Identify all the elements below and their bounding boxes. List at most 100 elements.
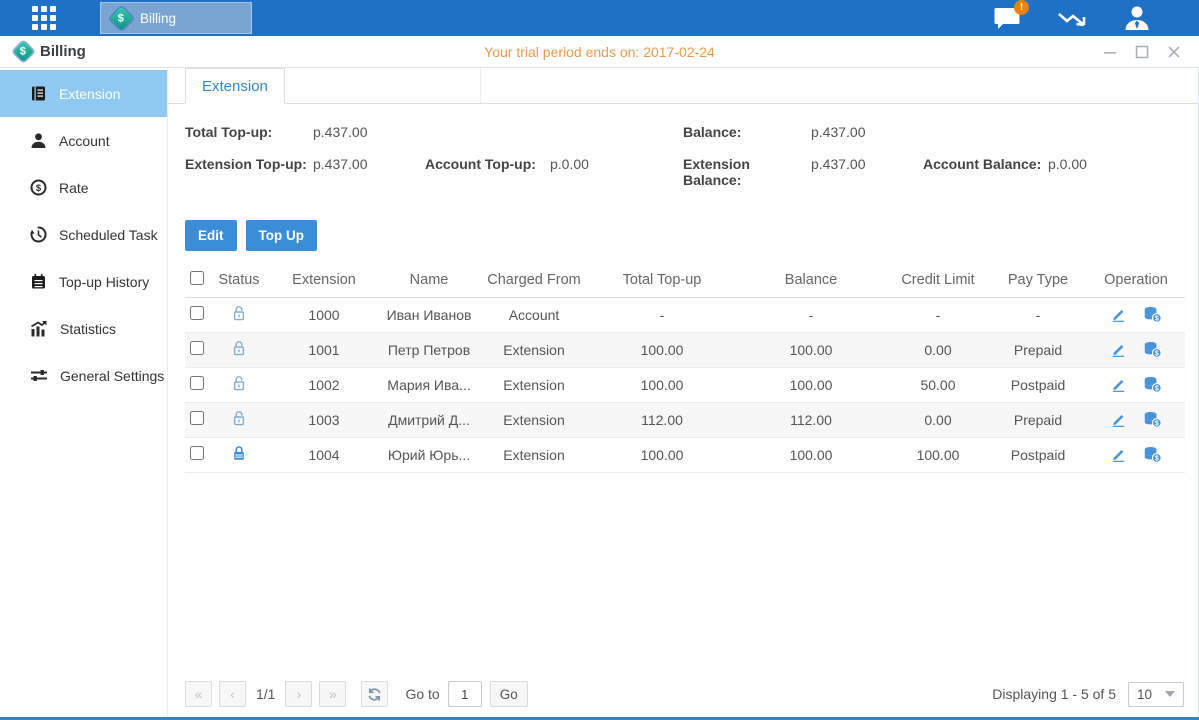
row-checkbox[interactable] — [190, 306, 204, 320]
sliders-icon — [30, 368, 48, 383]
pagination-bar: « ‹ 1/1 › » Go to Go Displaying 1 - 5 of… — [168, 675, 1198, 717]
reports-chart-icon[interactable] — [1057, 6, 1087, 30]
cell-charged-from: Account — [479, 297, 589, 332]
row-checkbox[interactable] — [190, 341, 204, 355]
col-charged-from: Charged From — [479, 263, 589, 297]
trial-period-notice: Your trial period ends on: 2017-02-24 — [0, 44, 1199, 60]
svg-text:$: $ — [1155, 455, 1159, 463]
cell-credit-limit: 100.00 — [887, 437, 989, 472]
tabstrip-divider — [480, 68, 481, 103]
top-up-row-icon[interactable]: $ — [1143, 446, 1162, 463]
lock-open-icon — [231, 305, 247, 322]
user-account-icon[interactable] — [1123, 5, 1151, 31]
close-icon[interactable] — [1165, 43, 1183, 61]
extension-top-up-value: p.437.00 — [313, 156, 425, 172]
table-header-row: Status Extension Name Charged From Total… — [185, 263, 1185, 297]
window-titlebar: $ Billing Your trial period ends on: 201… — [0, 36, 1199, 68]
billing-summary: Total Top-up: p.437.00 Extension Top-up:… — [168, 104, 1198, 204]
select-all-checkbox[interactable] — [190, 271, 204, 285]
taskbar: $ Billing ! — [0, 0, 1199, 36]
cell-extension: 1004 — [269, 437, 379, 472]
sidebar-item-label: Rate — [59, 180, 89, 196]
row-checkbox[interactable] — [190, 411, 204, 425]
cell-total-top-up: 112.00 — [589, 402, 735, 437]
col-operation: Operation — [1087, 263, 1185, 297]
sidebar-item-account[interactable]: Account — [0, 117, 167, 164]
lock-open-icon — [231, 410, 247, 427]
displaying-range-text: Displaying 1 - 5 of 5 — [992, 686, 1116, 702]
minimize-icon[interactable] — [1101, 43, 1119, 61]
billing-window-diamond-dollar-icon: $ — [13, 41, 34, 62]
cell-balance: 100.00 — [735, 367, 887, 402]
extension-top-up-label: Extension Top-up: — [185, 156, 313, 172]
lock-open-icon — [231, 340, 247, 357]
cell-extension: 1000 — [269, 297, 379, 332]
edit-row-icon[interactable] — [1110, 446, 1127, 463]
prev-page-button[interactable]: ‹ — [219, 681, 246, 707]
cell-total-top-up: - — [589, 297, 735, 332]
table-row: 1003 Дмитрий Д... Extension 112.00 112.0… — [185, 402, 1185, 437]
sidebar-item-label: Top-up History — [59, 274, 149, 290]
table-row: 1002 Мария Ива... Extension 100.00 100.0… — [185, 367, 1185, 402]
cell-extension: 1002 — [269, 367, 379, 402]
cell-credit-limit: 0.00 — [887, 332, 989, 367]
row-checkbox[interactable] — [190, 446, 204, 460]
table-row: 1001 Петр Петров Extension 100.00 100.00… — [185, 332, 1185, 367]
extension-table: Status Extension Name Charged From Total… — [168, 263, 1198, 473]
top-up-row-icon[interactable]: $ — [1143, 341, 1162, 358]
go-to-label: Go to — [405, 686, 439, 702]
next-page-button[interactable]: › — [285, 681, 312, 707]
top-up-row-icon[interactable]: $ — [1143, 306, 1162, 323]
svg-text:$: $ — [1155, 350, 1159, 358]
row-checkbox[interactable] — [190, 376, 204, 390]
sidebar-item-general-settings[interactable]: General Settings — [0, 352, 167, 399]
total-top-up-value: p.437.00 — [313, 124, 368, 140]
statistics-icon — [30, 320, 48, 337]
sidebar-item-label: Account — [59, 133, 110, 149]
balance-label: Balance: — [683, 124, 811, 140]
page-size-select[interactable]: 10 — [1128, 682, 1184, 707]
cell-balance: 112.00 — [735, 402, 887, 437]
first-page-button[interactable]: « — [185, 681, 212, 707]
tab-extension[interactable]: Extension — [185, 68, 285, 104]
col-credit-limit: Credit Limit — [887, 263, 989, 297]
maximize-icon[interactable] — [1133, 43, 1151, 61]
go-button[interactable]: Go — [490, 681, 528, 707]
sidebar-item-statistics[interactable]: Statistics — [0, 305, 167, 352]
sidebar-item-label: Statistics — [60, 321, 116, 337]
cell-pay-type: Prepaid — [989, 402, 1087, 437]
app-launcher-grid-icon[interactable] — [32, 6, 56, 30]
edit-row-icon[interactable] — [1110, 306, 1127, 323]
cell-name: Мария Ива... — [379, 367, 479, 402]
page-indicator: 1/1 — [256, 686, 275, 702]
sidebar-item-label: Extension — [59, 86, 120, 102]
taskbar-billing-tab[interactable]: $ Billing — [100, 2, 252, 34]
messages-icon[interactable]: ! — [993, 6, 1021, 30]
edit-button[interactable]: Edit — [185, 220, 237, 251]
edit-row-icon[interactable] — [1110, 411, 1127, 428]
lock-closed-icon — [231, 445, 247, 462]
go-to-page-input[interactable] — [448, 681, 482, 707]
edit-row-icon[interactable] — [1110, 341, 1127, 358]
edit-row-icon[interactable] — [1110, 376, 1127, 393]
top-up-row-icon[interactable]: $ — [1143, 376, 1162, 393]
cell-credit-limit: 50.00 — [887, 367, 989, 402]
top-up-button[interactable]: Top Up — [246, 220, 317, 251]
extension-balance-value: p.437.00 — [811, 156, 923, 172]
sidebar-item-extension[interactable]: Extension — [0, 70, 167, 117]
sidebar-item-rate[interactable]: $ Rate — [0, 164, 167, 211]
person-icon — [30, 132, 47, 149]
notepad-icon — [30, 273, 47, 290]
refresh-icon[interactable] — [361, 681, 388, 707]
billing-diamond-dollar-icon: $ — [109, 6, 133, 30]
cell-extension: 1001 — [269, 332, 379, 367]
sidebar-item-scheduled-task[interactable]: Scheduled Task — [0, 211, 167, 258]
last-page-button[interactable]: » — [319, 681, 346, 707]
lock-open-icon — [231, 375, 247, 392]
account-top-up-value: p.0.00 — [550, 156, 589, 172]
sidebar-item-top-up-history[interactable]: Top-up History — [0, 258, 167, 305]
top-up-row-icon[interactable]: $ — [1143, 411, 1162, 428]
total-top-up-label: Total Top-up: — [185, 124, 313, 140]
sidebar-item-label: Scheduled Task — [59, 227, 158, 243]
cell-charged-from: Extension — [479, 367, 589, 402]
